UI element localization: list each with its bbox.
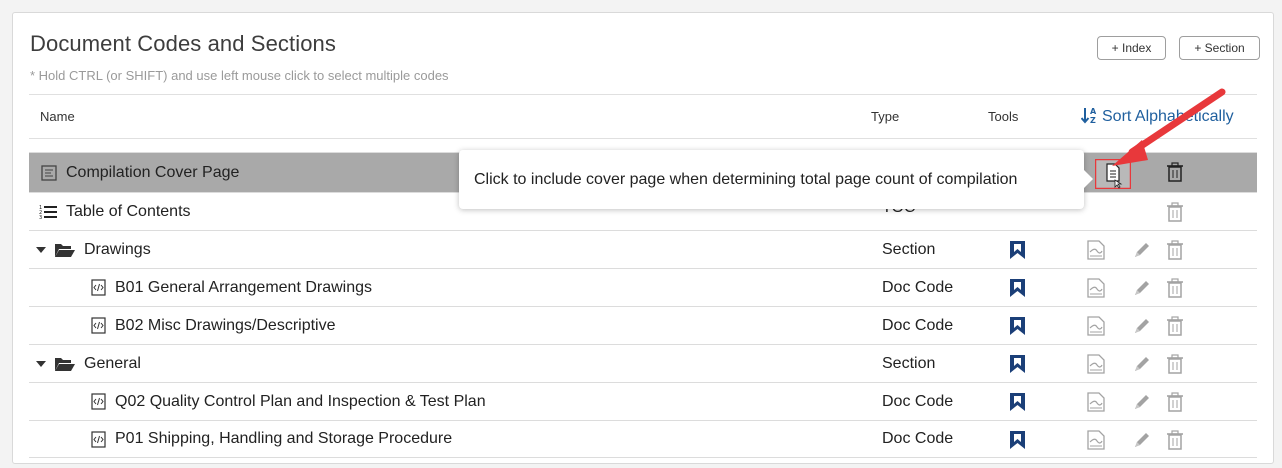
row-name: P01 Shipping, Handling and Storage Proce… — [115, 430, 453, 447]
tooltip-text: Click to include cover page when determi… — [474, 170, 1018, 188]
numbered-list-icon: 123 — [39, 204, 57, 220]
trash-icon[interactable] — [1167, 202, 1183, 227]
tooltip-pointer — [1084, 170, 1093, 188]
row-name: General — [84, 354, 141, 372]
cover-page-tooltip: Click to include cover page when determi… — [459, 150, 1084, 209]
page-image-icon[interactable] — [1086, 278, 1106, 303]
pencil-icon[interactable] — [1132, 316, 1152, 341]
table-row[interactable]: B01 General Arrangement Drawings Doc Cod… — [29, 268, 1257, 306]
page-image-icon[interactable] — [1086, 316, 1106, 341]
trash-icon[interactable] — [1167, 278, 1183, 303]
page-image-icon[interactable] — [1086, 392, 1106, 417]
row-type: Doc Code — [882, 316, 954, 334]
trash-icon[interactable] — [1167, 240, 1183, 265]
page-image-icon[interactable] — [1086, 354, 1106, 379]
code-document-icon — [91, 430, 106, 448]
row-type: Doc Code — [882, 430, 954, 447]
row-name: B01 General Arrangement Drawings — [115, 278, 373, 296]
page-image-icon[interactable] — [1086, 240, 1106, 265]
table-row[interactable]: P01 Shipping, Handling and Storage Proce… — [29, 420, 1257, 458]
code-document-icon — [91, 393, 106, 410]
page-image-icon[interactable] — [1086, 430, 1106, 455]
bookmark-icon[interactable] — [1009, 430, 1026, 450]
table-row[interactable]: General Section — [29, 344, 1257, 382]
svg-text:A: A — [1090, 107, 1097, 116]
panel-title: Document Codes and Sections — [30, 31, 336, 56]
row-type: Doc Code — [882, 278, 954, 296]
table-row[interactable]: Drawings Section — [29, 230, 1257, 268]
folder-open-icon — [55, 242, 75, 258]
sort-label: Sort Alphabetically — [1102, 107, 1234, 125]
row-name: Table of Contents — [66, 202, 191, 220]
bookmark-icon[interactable] — [1009, 316, 1026, 336]
row-name: Compilation Cover Page — [66, 163, 240, 181]
bookmark-icon[interactable] — [1009, 392, 1026, 412]
trash-icon[interactable] — [1167, 162, 1183, 187]
pencil-icon[interactable] — [1132, 430, 1152, 455]
sort-alphabetically-button[interactable]: A Z Sort Alphabetically — [1080, 106, 1234, 127]
column-header-name: Name — [40, 109, 75, 124]
divider — [29, 138, 1257, 139]
column-header-tools: Tools — [988, 109, 1019, 124]
code-document-icon — [91, 279, 106, 296]
caret-down-icon[interactable] — [36, 359, 46, 369]
caret-down-icon[interactable] — [36, 245, 46, 255]
row-type: Section — [882, 354, 936, 372]
include-cover-page-button[interactable] — [1094, 158, 1132, 194]
column-header-type: Type — [871, 109, 900, 124]
row-type: Doc Code — [882, 392, 954, 410]
table-row[interactable]: B02 Misc Drawings/Descriptive Doc Code — [29, 306, 1257, 344]
code-document-icon — [91, 317, 106, 334]
divider — [29, 94, 1257, 95]
trash-icon[interactable] — [1167, 354, 1183, 379]
trash-icon[interactable] — [1167, 316, 1183, 341]
bookmark-icon[interactable] — [1009, 240, 1026, 260]
row-type: Section — [882, 240, 936, 258]
svg-text:Z: Z — [1090, 116, 1096, 124]
add-index-button[interactable]: + Index — [1097, 36, 1166, 60]
bookmark-icon[interactable] — [1009, 278, 1026, 298]
trash-icon[interactable] — [1167, 392, 1183, 417]
pencil-icon[interactable] — [1132, 240, 1152, 265]
sort-az-icon: A Z — [1080, 106, 1098, 127]
document-codes-panel: Document Codes and Sections * Hold CTRL … — [12, 12, 1274, 464]
table-row[interactable]: Q02 Quality Control Plan and Inspection … — [29, 382, 1257, 420]
pencil-icon[interactable] — [1132, 278, 1152, 303]
row-name: B02 Misc Drawings/Descriptive — [115, 316, 336, 334]
row-name: Drawings — [84, 240, 151, 258]
pencil-icon[interactable] — [1132, 392, 1152, 417]
cover-page-icon — [41, 164, 57, 181]
add-section-button[interactable]: + Section — [1179, 36, 1260, 60]
trash-icon[interactable] — [1167, 430, 1183, 455]
pencil-icon[interactable] — [1132, 354, 1152, 379]
multi-select-hint: * Hold CTRL (or SHIFT) and use left mous… — [30, 68, 449, 83]
svg-text:3: 3 — [39, 215, 42, 220]
folder-open-icon — [55, 356, 75, 372]
bookmark-icon[interactable] — [1009, 354, 1026, 374]
row-name: Q02 Quality Control Plan and Inspection … — [115, 392, 486, 410]
